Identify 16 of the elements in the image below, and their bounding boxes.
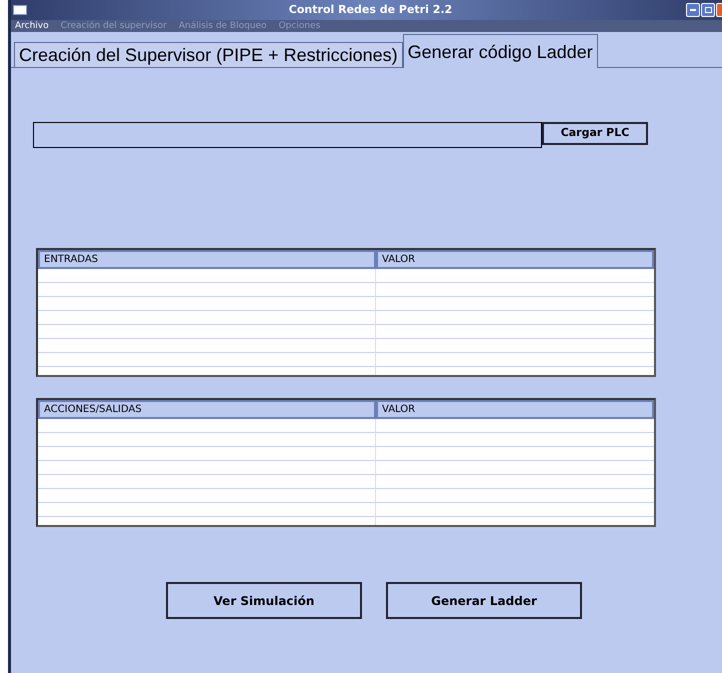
menu-item[interactable]: Archivo: [15, 20, 49, 32]
tab[interactable]: Creación del Supervisor (PIPE + Restricciones): [14, 42, 403, 67]
load-plc-button[interactable]: Cargar PLC: [542, 122, 648, 145]
action-button[interactable]: Generar Ladder: [386, 582, 582, 619]
column-header[interactable]: ACCIONES/SALIDAS: [38, 400, 376, 419]
minimize-button[interactable]: [686, 3, 700, 17]
column-header[interactable]: VALOR: [376, 250, 654, 269]
maximize-button[interactable]: [701, 3, 715, 17]
column-header[interactable]: VALOR: [376, 400, 654, 419]
close-button[interactable]: [716, 3, 722, 17]
column-header[interactable]: ENTRADAS: [38, 250, 376, 269]
tab[interactable]: Generar código Ladder: [402, 34, 598, 68]
window-title: Control Redes de Petri 2.2: [288, 2, 452, 18]
window-icon: [13, 5, 27, 15]
plc-path-field[interactable]: [33, 122, 542, 148]
action-button[interactable]: Ver Simulación: [166, 582, 362, 619]
